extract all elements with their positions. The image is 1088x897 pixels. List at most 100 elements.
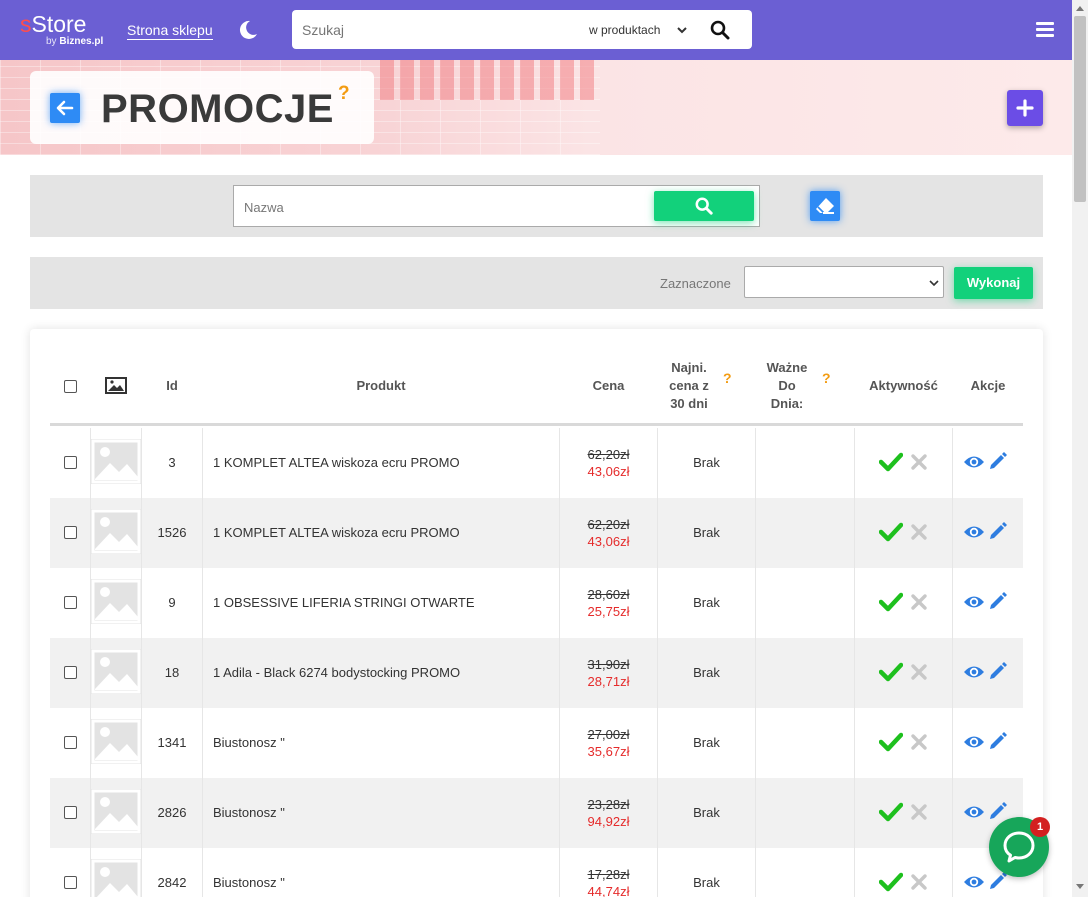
product-thumbnail [91, 719, 141, 764]
promo-price: 44,74zł [587, 884, 630, 897]
eye-icon[interactable] [963, 804, 985, 820]
x-icon[interactable] [910, 453, 928, 471]
row-checkbox[interactable] [64, 666, 77, 679]
row-checkbox[interactable] [64, 526, 77, 539]
eye-icon[interactable] [963, 734, 985, 750]
cell-id: 1341 [157, 735, 187, 750]
hamburger-icon[interactable] [1036, 22, 1054, 38]
eye-icon[interactable] [963, 874, 985, 890]
cell-id: 18 [164, 665, 180, 680]
x-icon[interactable] [910, 873, 928, 891]
banner-chart-decoration [380, 60, 600, 100]
cell-price: 62,20zł 43,06zł [560, 516, 657, 550]
bulk-action-label: Zaznaczone [660, 276, 731, 291]
check-icon[interactable] [879, 662, 903, 682]
scroll-thumb[interactable] [1074, 16, 1086, 202]
image-placeholder-icon [91, 579, 141, 624]
name-filter-input[interactable] [244, 197, 644, 217]
scroll-up-icon[interactable] [1076, 5, 1084, 11]
column-header-price[interactable]: Cena [560, 377, 657, 395]
execute-button[interactable]: Wykonaj [954, 267, 1033, 299]
eye-icon[interactable] [963, 664, 985, 680]
x-icon[interactable] [910, 803, 928, 821]
image-placeholder-icon [91, 439, 141, 484]
column-header-actions: Akcje [970, 378, 1006, 393]
table-row: 1341 Biustonosz " 27,00zł 35,67zł Brak [50, 708, 1023, 778]
cell-lowest-price: Brak [693, 665, 720, 680]
old-price: 62,20zł [587, 517, 630, 532]
help-icon[interactable]: ? [338, 84, 350, 104]
cell-lowest-price: Brak [693, 525, 720, 540]
filter-search-button[interactable] [654, 191, 754, 221]
search-scope-select[interactable]: w produktach [589, 23, 660, 37]
product-thumbnail [91, 859, 141, 897]
global-search: w produktach [292, 10, 752, 49]
logo-text: sStore [20, 11, 87, 37]
check-icon[interactable] [879, 592, 903, 612]
page-title: PROMOCJE [101, 87, 334, 131]
x-icon[interactable] [910, 593, 928, 611]
x-icon[interactable] [910, 663, 928, 681]
column-header-id[interactable]: Id [142, 377, 202, 395]
table-row: 2826 Biustonosz " 23,28zł 94,92zł Brak [50, 778, 1023, 848]
column-header-valid-to: Ważne Do Dnia: [766, 360, 808, 411]
pencil-icon[interactable] [988, 521, 1008, 541]
cell-id: 9 [168, 595, 176, 610]
eraser-icon [816, 198, 834, 214]
pencil-icon[interactable] [988, 591, 1008, 611]
search-icon [695, 197, 713, 215]
old-price: 62,20zł [587, 447, 630, 462]
add-promotion-button[interactable] [1007, 90, 1043, 126]
column-header-product[interactable]: Produkt [203, 377, 559, 395]
search-icon[interactable] [710, 20, 730, 40]
select-all-checkbox[interactable] [64, 380, 77, 393]
image-placeholder-icon [91, 509, 141, 554]
bulk-action-select[interactable] [744, 266, 944, 298]
cell-id: 2842 [157, 875, 187, 890]
check-icon[interactable] [879, 872, 903, 892]
eye-icon[interactable] [963, 594, 985, 610]
table-row: 18 1 Adila - Black 6274 bodystocking PRO… [50, 638, 1023, 708]
chat-notification-badge: 1 [1030, 817, 1050, 837]
check-icon[interactable] [879, 802, 903, 822]
pencil-icon[interactable] [988, 661, 1008, 681]
chevron-down-icon [929, 280, 939, 287]
image-placeholder-icon [91, 789, 141, 834]
x-icon[interactable] [910, 733, 928, 751]
scroll-down-icon[interactable] [1076, 884, 1084, 890]
check-icon[interactable] [879, 452, 903, 472]
cell-id: 3 [168, 455, 176, 470]
column-header-active[interactable]: Aktywność [855, 377, 952, 395]
page-scrollbar[interactable] [1072, 0, 1088, 897]
x-icon[interactable] [910, 523, 928, 541]
old-price: 28,60zł [587, 587, 630, 602]
promo-price: 25,75zł [587, 604, 630, 619]
help-icon[interactable]: ? [723, 371, 732, 385]
check-icon[interactable] [879, 732, 903, 752]
clear-filter-button[interactable] [810, 191, 840, 221]
chevron-down-icon[interactable] [676, 24, 688, 36]
product-thumbnail [91, 509, 141, 554]
row-checkbox[interactable] [64, 456, 77, 469]
moon-icon[interactable] [238, 20, 258, 40]
row-checkbox[interactable] [64, 736, 77, 749]
row-checkbox[interactable] [64, 876, 77, 889]
global-search-input[interactable] [302, 20, 572, 40]
pencil-icon[interactable] [988, 451, 1008, 471]
help-icon[interactable]: ? [822, 371, 831, 385]
row-checkbox[interactable] [64, 596, 77, 609]
row-checkbox[interactable] [64, 806, 77, 819]
shop-link[interactable]: Strona sklepu [127, 22, 213, 40]
eye-icon[interactable] [963, 454, 985, 470]
product-thumbnail [91, 439, 141, 484]
pencil-icon[interactable] [988, 731, 1008, 751]
eye-icon[interactable] [963, 524, 985, 540]
image-placeholder-icon [91, 859, 141, 897]
old-price: 27,00zł [587, 727, 630, 742]
logo[interactable]: sStore by Biznes.pl [20, 10, 120, 52]
back-button[interactable] [50, 93, 80, 123]
cell-product: 1 Adila - Black 6274 bodystocking PROMO [213, 665, 461, 680]
pencil-icon[interactable] [988, 801, 1008, 821]
check-icon[interactable] [879, 522, 903, 542]
header-divider [50, 423, 1023, 426]
